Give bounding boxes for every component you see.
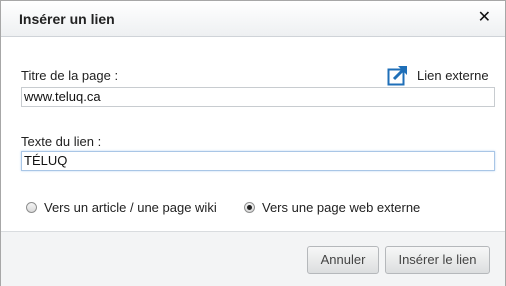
link-text-input[interactable]	[21, 151, 495, 171]
insert-link-button[interactable]: Insérer le lien	[385, 246, 490, 274]
radio-button-checked[interactable]	[244, 202, 255, 213]
external-link-label: Lien externe	[417, 67, 489, 83]
radio-label-wiki-page: Vers un article / une page wiki	[44, 200, 217, 215]
page-title-input[interactable]	[21, 87, 495, 107]
close-icon[interactable]: ✕	[478, 8, 491, 28]
cancel-button[interactable]: Annuler	[307, 246, 379, 274]
link-text-label: Texte du lien :	[21, 134, 102, 149]
radio-button[interactable]	[26, 202, 37, 213]
dialog-titlebar: Insérer un lien ✕	[1, 1, 505, 37]
radio-option-external-page[interactable]: Vers une page web externe	[244, 200, 420, 215]
page-title-label: Titre de la page :	[21, 68, 119, 83]
external-link-toggle[interactable]: Lien externe	[387, 64, 489, 86]
dialog-footer: Annuler Insérer le lien	[1, 231, 505, 286]
insert-link-dialog: Insérer un lien ✕ Titre de la page : Lie…	[0, 0, 506, 286]
radio-option-wiki-page[interactable]: Vers un article / une page wiki	[26, 200, 217, 215]
dialog-title: Insérer un lien	[19, 11, 115, 27]
radio-label-external-page: Vers une page web externe	[262, 200, 421, 215]
external-link-icon	[387, 66, 407, 86]
